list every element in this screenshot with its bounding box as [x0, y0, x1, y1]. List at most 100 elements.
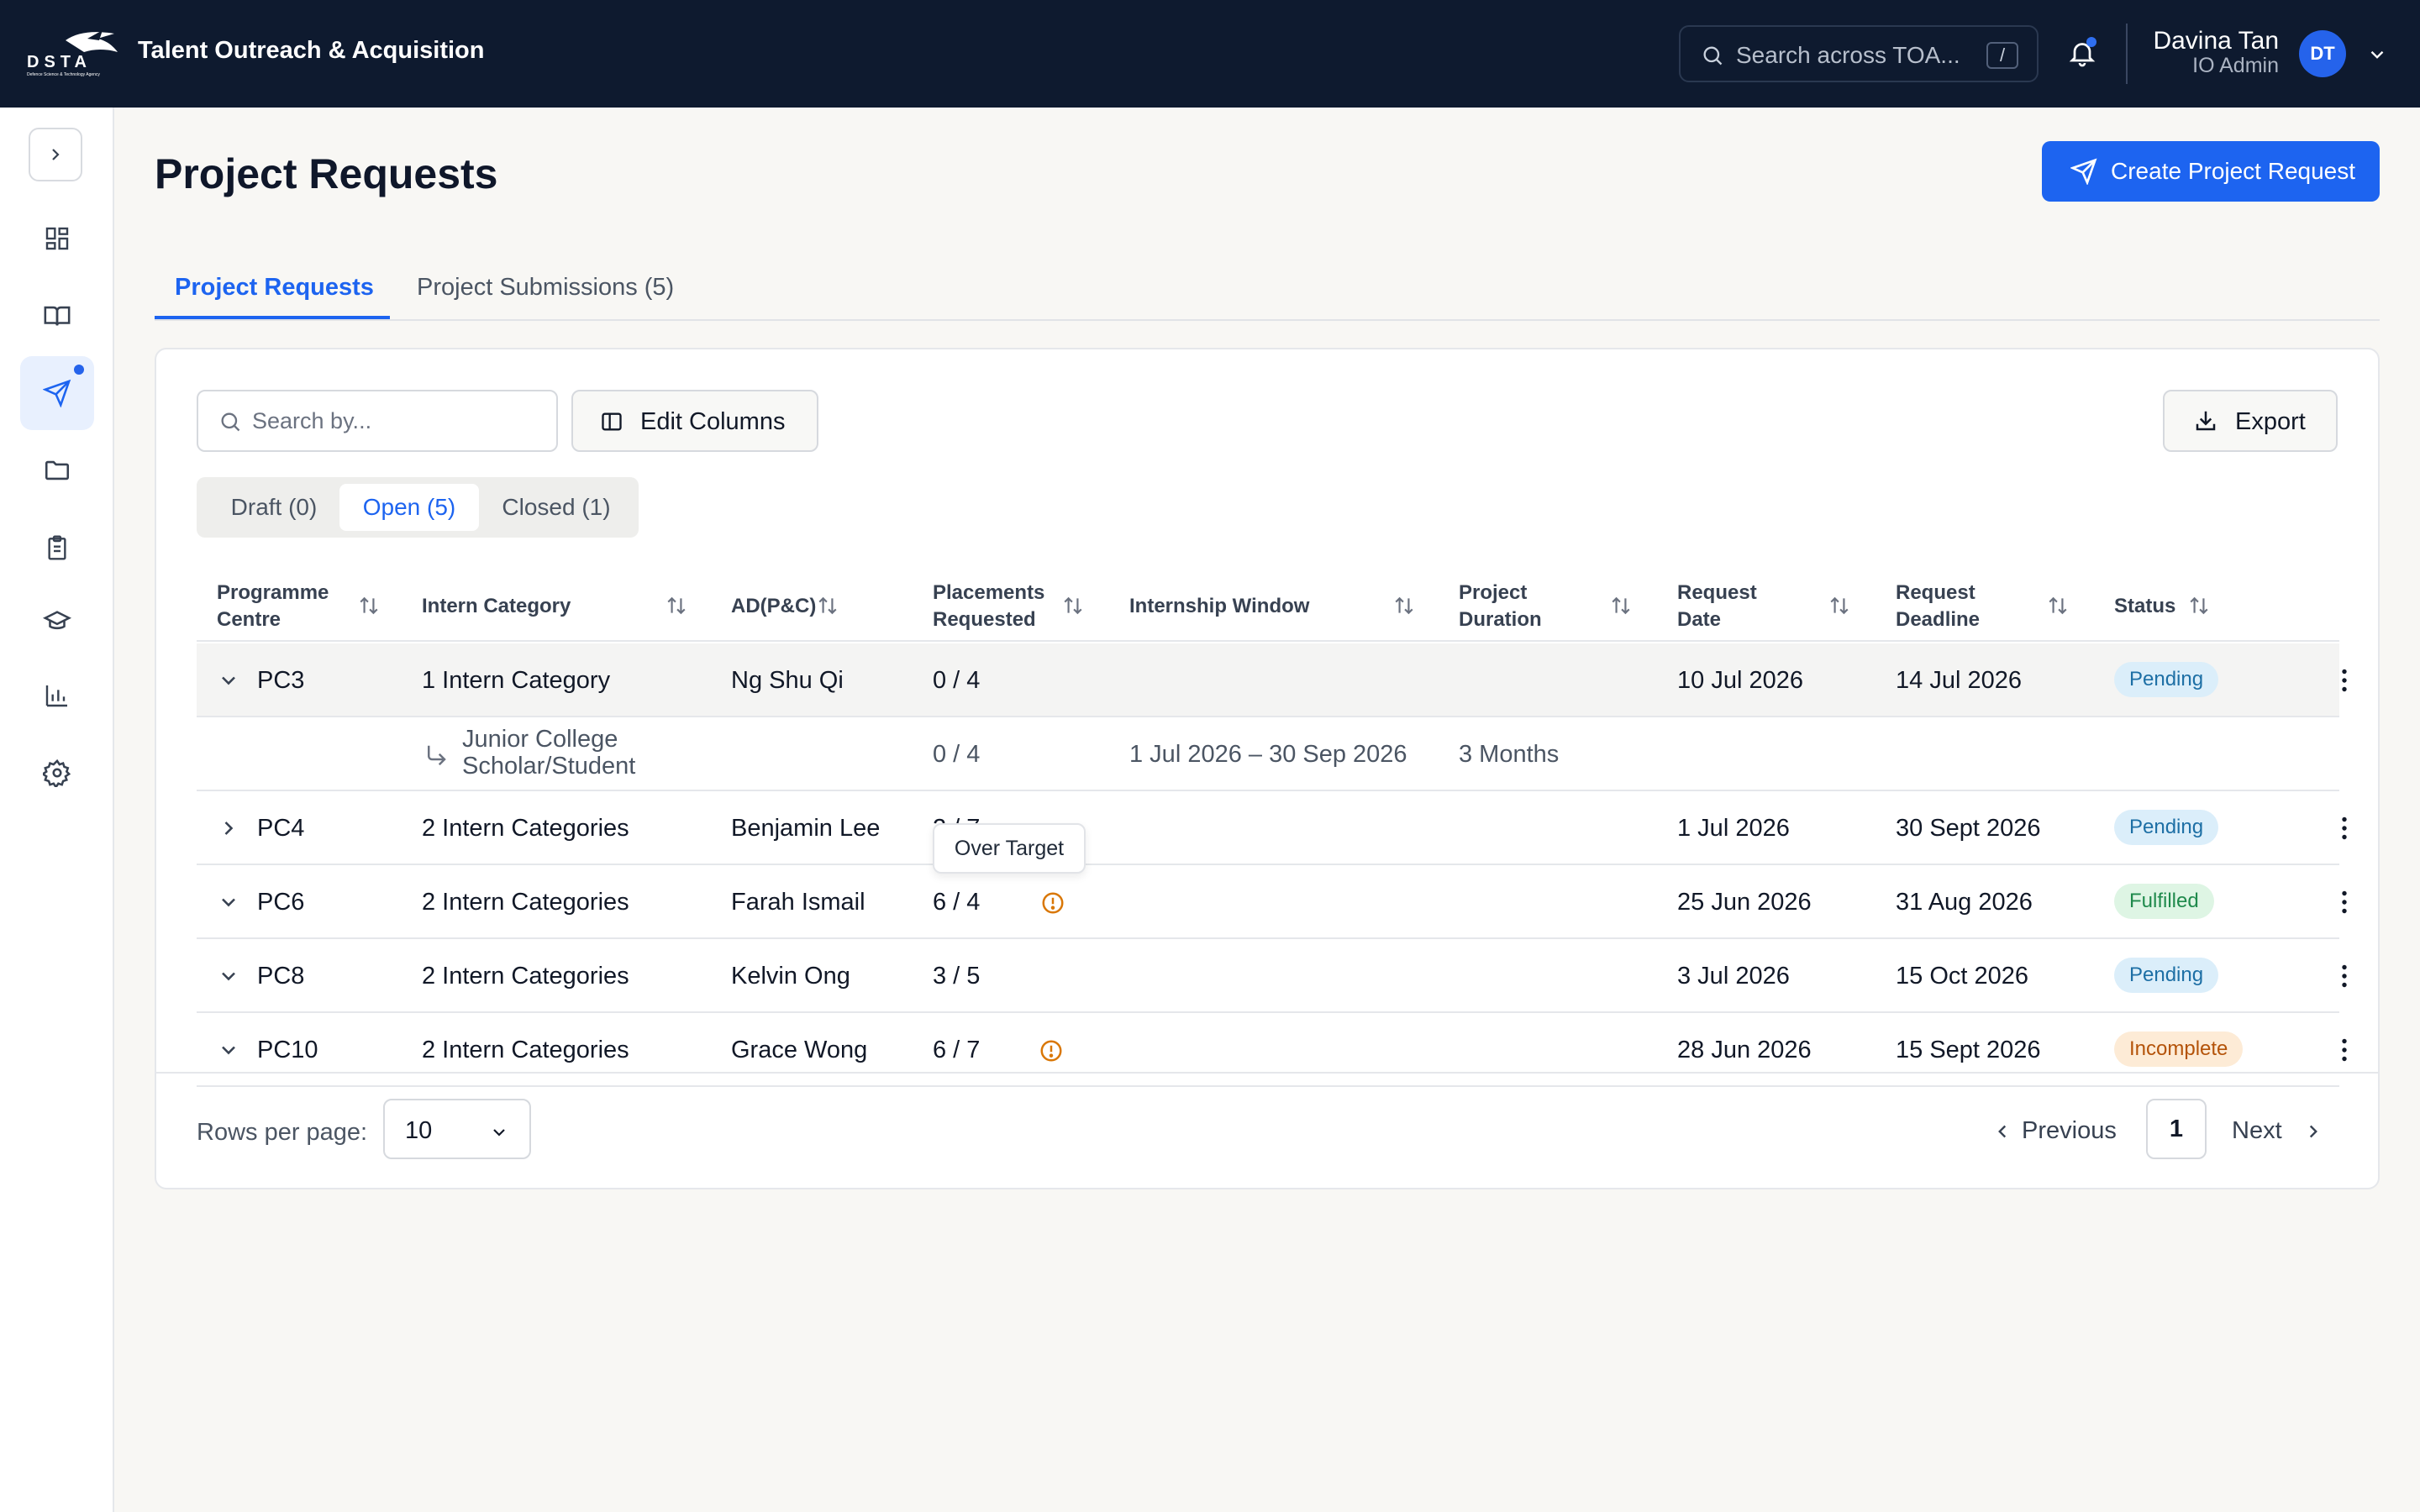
create-button-label: Create Project Request [2111, 158, 2356, 184]
cell-request-deadline: 30 Sept 2026 [1896, 815, 2041, 842]
over-target-tooltip: Over Target [933, 823, 1086, 874]
table-row[interactable]: PC8 2 Intern Categories Kelvin Ong 3 / 5… [197, 939, 2347, 1013]
chevron-down-icon[interactable] [217, 964, 240, 988]
edit-columns-button[interactable]: Edit Columns [571, 390, 818, 452]
export-button[interactable]: Export [2163, 390, 2338, 452]
avatar[interactable]: DT [2299, 30, 2346, 77]
table-row[interactable]: PC3 1 Intern Category Ng Shu Qi 0 / 4 10… [197, 643, 2347, 717]
create-project-request-button[interactable]: Create Project Request [2042, 141, 2380, 202]
warning-icon[interactable] [1040, 890, 1065, 916]
col-programme-centre[interactable]: Programme Centre [217, 580, 329, 633]
more-options-icon[interactable] [2329, 813, 2360, 843]
book-icon [44, 306, 71, 326]
table-row[interactable]: PC4 2 Intern Categories Benjamin Lee 2 /… [197, 791, 2347, 865]
sort-icon[interactable] [358, 595, 380, 617]
col-ad-pc[interactable]: AD(P&C) [731, 593, 816, 620]
cell-request-date: 1 Jul 2026 [1677, 815, 1790, 842]
chevron-down-icon[interactable] [217, 1038, 240, 1062]
subrow-internship-window: 1 Jul 2026 – 30 Sep 2026 [1129, 741, 1407, 768]
app-title: Talent Outreach & Acquisition [138, 37, 485, 64]
cell-ad: Grace Wong [731, 1037, 868, 1063]
table-footer: Rows per page: 10 Previous 1 Next [156, 1072, 2378, 1189]
global-search[interactable]: Search across TOA... / [1679, 25, 2039, 82]
rows-per-page-label: Rows per page: [197, 1119, 368, 1146]
sidebar-toggle-button[interactable] [29, 128, 82, 181]
dsta-logo[interactable]: DSTA Defence Science & Technology Agency [25, 29, 123, 79]
divider [2126, 24, 2128, 84]
table-row[interactable]: PC6 2 Intern Categories Farah Ismail 6 /… [197, 865, 2347, 939]
filter-draft[interactable]: Draft (0) [203, 484, 345, 531]
col-request-date[interactable]: Request Date [1677, 580, 1757, 633]
sidebar-item-analytics[interactable] [20, 659, 94, 732]
subrow-duration: 3 Months [1459, 741, 1560, 768]
active-tab-indicator [155, 316, 390, 319]
table-header: Programme Centre Intern Category AD(P&C) … [197, 570, 2339, 642]
cell-ad: Benjamin Lee [731, 815, 881, 842]
filter-closed[interactable]: Closed (1) [482, 484, 630, 531]
chevron-left-icon [1998, 1125, 2007, 1138]
tab-project-requests[interactable]: Project Requests [175, 274, 374, 302]
sidebar-item-project-requests[interactable] [20, 356, 94, 430]
table-search-placeholder: Search by... [252, 408, 372, 433]
sidebar-item-settings[interactable] [20, 736, 94, 810]
chevron-down-icon[interactable] [217, 669, 240, 692]
cell-placements: 3 / 5 [933, 963, 981, 990]
sidebar-item-education[interactable] [20, 585, 94, 659]
cell-request-deadline: 14 Jul 2026 [1896, 667, 2022, 694]
tab-project-submissions[interactable]: Project Submissions (5) [417, 274, 674, 302]
columns-icon [602, 412, 622, 431]
more-options-icon[interactable] [2329, 665, 2360, 696]
folder-icon [45, 460, 70, 480]
chevron-down-icon[interactable] [2366, 44, 2388, 66]
col-status[interactable]: Status [2114, 593, 2175, 620]
search-shortcut-key: / [1986, 42, 2018, 69]
search-icon [221, 412, 240, 432]
logo-subtext: Defence Science & Technology Agency [27, 72, 100, 77]
bar-chart-icon [45, 685, 67, 707]
sidebar-item-library[interactable] [20, 279, 94, 353]
col-intern-category[interactable]: Intern Category [422, 593, 571, 620]
sort-icon[interactable] [1062, 595, 1084, 617]
chevron-right-icon[interactable] [217, 816, 240, 840]
subrow-placements: 0 / 4 [933, 741, 981, 768]
table-search-input[interactable]: Search by... [197, 390, 558, 452]
cell-category: 2 Intern Categories [422, 889, 629, 916]
cell-request-date: 28 Jun 2026 [1677, 1037, 1812, 1063]
cell-centre: PC3 [257, 667, 305, 694]
cell-ad: Farah Ismail [731, 889, 865, 916]
sidebar-item-dashboard[interactable] [20, 202, 94, 276]
page-number-button[interactable]: 1 [2146, 1099, 2207, 1159]
chevron-down-icon[interactable] [217, 890, 240, 914]
more-options-icon[interactable] [2329, 961, 2360, 991]
warning-icon[interactable] [1039, 1038, 1064, 1063]
send-icon [43, 379, 71, 407]
sort-icon[interactable] [1393, 595, 1415, 617]
col-request-deadline[interactable]: Request Deadline [1896, 580, 1980, 633]
sort-icon[interactable] [2188, 595, 2210, 617]
col-internship-window[interactable]: Internship Window [1129, 593, 1309, 620]
cell-placements: 6 / 4 [933, 889, 981, 916]
cell-placements: 6 / 7 [933, 1037, 981, 1063]
next-label: Next [2232, 1117, 2282, 1144]
user-name[interactable]: Davina Tan [2153, 27, 2279, 55]
status-badge: Pending [2114, 662, 2219, 697]
sort-icon[interactable] [666, 595, 687, 617]
col-placements-requested[interactable]: Placements Requested [933, 580, 1044, 633]
table-subrow: Junior College Scholar/Student 0 / 4 1 J… [197, 717, 2339, 791]
rows-per-page-select[interactable]: 10 [383, 1099, 531, 1159]
sidebar-item-folders[interactable] [20, 433, 94, 507]
filter-open[interactable]: Open (5) [339, 484, 479, 531]
clipboard-icon [48, 535, 66, 560]
logo-text: DSTA [27, 53, 92, 71]
col-project-duration[interactable]: Project Duration [1459, 580, 1542, 633]
sort-icon[interactable] [2047, 595, 2069, 617]
sort-icon[interactable] [817, 595, 839, 617]
more-options-icon[interactable] [2329, 887, 2360, 917]
sort-icon[interactable] [1828, 595, 1850, 617]
sort-icon[interactable] [1610, 595, 1632, 617]
cell-request-deadline: 15 Sept 2026 [1896, 1037, 2041, 1063]
sidebar-item-clipboard[interactable] [20, 511, 94, 585]
more-options-icon[interactable] [2329, 1035, 2360, 1065]
cell-request-date: 25 Jun 2026 [1677, 889, 1812, 916]
cell-placements: 0 / 4 [933, 667, 981, 694]
